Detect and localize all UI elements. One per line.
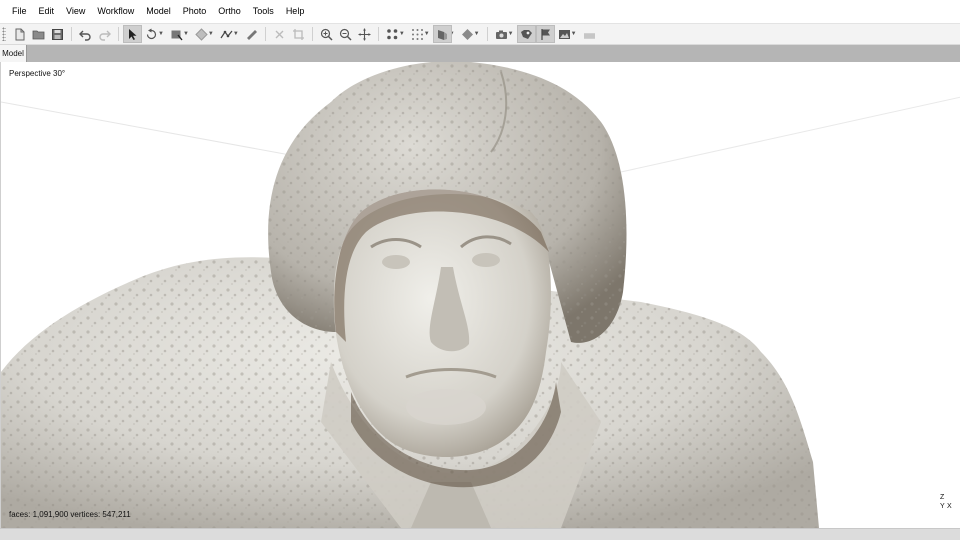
undo-icon[interactable] bbox=[76, 25, 95, 43]
mesh-stats: faces: 1,091,900 vertices: 547,211 bbox=[9, 510, 131, 519]
toolbar-separator bbox=[377, 27, 379, 41]
app-window: File Edit View Workflow Model Photo Orth… bbox=[0, 0, 960, 540]
menu-view[interactable]: View bbox=[60, 0, 91, 23]
rotate-selection-icon[interactable] bbox=[142, 25, 161, 43]
show-markers-icon[interactable] bbox=[516, 25, 536, 43]
menu-ortho[interactable]: Ortho bbox=[212, 0, 247, 23]
navigation-arrow-icon[interactable] bbox=[123, 25, 142, 43]
image-view-icon[interactable] bbox=[555, 25, 574, 43]
camera-icon[interactable] bbox=[492, 25, 511, 43]
open-folder-icon[interactable] bbox=[29, 25, 48, 43]
redo-icon[interactable] bbox=[95, 25, 114, 43]
axis-x-label: X bbox=[947, 503, 952, 510]
model-viewport[interactable]: Perspective 30° faces: 1,091,900 vertice… bbox=[0, 62, 960, 528]
toolbar-grip[interactable] bbox=[2, 27, 6, 41]
projection-label: Perspective 30° bbox=[9, 69, 66, 78]
ruler-icon[interactable] bbox=[242, 25, 261, 43]
crop-icon[interactable] bbox=[289, 25, 308, 43]
toolbar-separator bbox=[311, 27, 313, 41]
show-flags-icon[interactable] bbox=[535, 25, 555, 43]
menu-help[interactable]: Help bbox=[280, 0, 311, 23]
move-object-icon[interactable] bbox=[355, 25, 374, 43]
axis-y-label: Y bbox=[940, 503, 945, 510]
main-toolbar: ▼ ▼ ▼ ▼ ▼ ▼ ▼ ▼ ▼ bbox=[0, 23, 960, 45]
save-icon[interactable] bbox=[48, 25, 67, 43]
menu-file[interactable]: File bbox=[6, 0, 33, 23]
tab-model[interactable]: Model bbox=[0, 45, 27, 62]
menu-bar: File Edit View Workflow Model Photo Orth… bbox=[0, 0, 960, 23]
menu-edit[interactable]: Edit bbox=[33, 0, 61, 23]
shaded-icon[interactable] bbox=[458, 25, 477, 43]
menu-photo[interactable]: Photo bbox=[177, 0, 213, 23]
zoom-in-icon[interactable] bbox=[317, 25, 336, 43]
status-bar bbox=[0, 528, 960, 540]
toolbar-separator bbox=[486, 27, 488, 41]
menu-model[interactable]: Model bbox=[140, 0, 177, 23]
grid-line bbox=[620, 96, 960, 173]
new-document-icon[interactable] bbox=[10, 25, 29, 43]
toolbar-separator bbox=[71, 27, 72, 41]
delete-selection-icon[interactable] bbox=[270, 25, 289, 43]
zoom-out-icon[interactable] bbox=[336, 25, 355, 43]
grid-icon[interactable] bbox=[408, 25, 427, 43]
grid-line bbox=[1, 101, 302, 158]
layers-icon[interactable] bbox=[580, 25, 599, 43]
axis-gizmo: Z Y X bbox=[940, 494, 954, 516]
menu-workflow[interactable]: Workflow bbox=[91, 0, 140, 23]
toolbar-separator bbox=[264, 27, 266, 41]
model-view-icon[interactable] bbox=[432, 25, 452, 43]
volume-icon[interactable] bbox=[192, 25, 211, 43]
axis-z-label: Z bbox=[940, 494, 945, 501]
toolbar-separator bbox=[118, 27, 119, 41]
point-cloud-icon[interactable] bbox=[383, 25, 402, 43]
menu-tools[interactable]: Tools bbox=[247, 0, 280, 23]
document-tab-strip: Model bbox=[0, 45, 960, 62]
model-scene[interactable] bbox=[1, 62, 960, 528]
rectangle-selection-icon[interactable] bbox=[167, 25, 186, 43]
polyline-icon[interactable] bbox=[217, 25, 236, 43]
